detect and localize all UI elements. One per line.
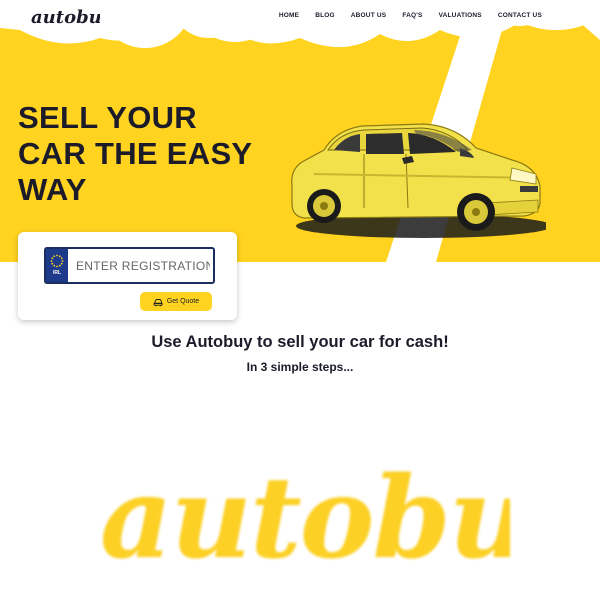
page: autobuy HOME BLOG ABOUT US FAQ'S VALUATI…	[0, 0, 600, 614]
logo[interactable]: autobuy	[30, 4, 100, 30]
nav-item-faqs[interactable]: FAQ'S	[402, 12, 422, 19]
number-plate-field: IRL	[44, 247, 215, 284]
footer-logo-text: autobuy	[100, 455, 510, 584]
nav-item-contact-us[interactable]: CONTACT US	[498, 12, 542, 19]
nav-item-blog[interactable]: BLOG	[315, 12, 335, 19]
steps-title: Use Autobuy to sell your car for cash!	[151, 333, 449, 351]
plate-country-code: IRL	[52, 270, 62, 276]
headline-line: CAR THE EASY	[18, 136, 253, 171]
nav-item-valuations[interactable]: VALUATIONS	[439, 12, 482, 19]
nav-item-home[interactable]: HOME	[279, 12, 299, 19]
eu-stars-icon	[50, 254, 64, 268]
get-quote-label: Get Quote	[166, 298, 200, 305]
footer-logo: autobuy	[100, 455, 510, 584]
car-quote-icon	[153, 298, 163, 306]
steps-subtitle: In 3 simple steps...	[246, 360, 354, 374]
headline-line: SELL YOUR	[18, 100, 197, 135]
get-quote-button[interactable]: Get Quote	[140, 292, 212, 311]
main-nav: HOME BLOG ABOUT US FAQ'S VALUATIONS CONT…	[263, 12, 542, 19]
headline-line: WAY	[18, 172, 87, 207]
car-illustration	[291, 123, 546, 238]
logo-text: autobuy	[31, 7, 100, 28]
nav-item-about-us[interactable]: ABOUT US	[351, 12, 387, 19]
eu-flag-panel: IRL	[46, 249, 68, 282]
hero-headline: SELL YOUR CAR THE EASY WAY	[18, 100, 298, 208]
registration-card: IRL Get Quote	[18, 232, 237, 320]
registration-input[interactable]	[70, 249, 210, 282]
